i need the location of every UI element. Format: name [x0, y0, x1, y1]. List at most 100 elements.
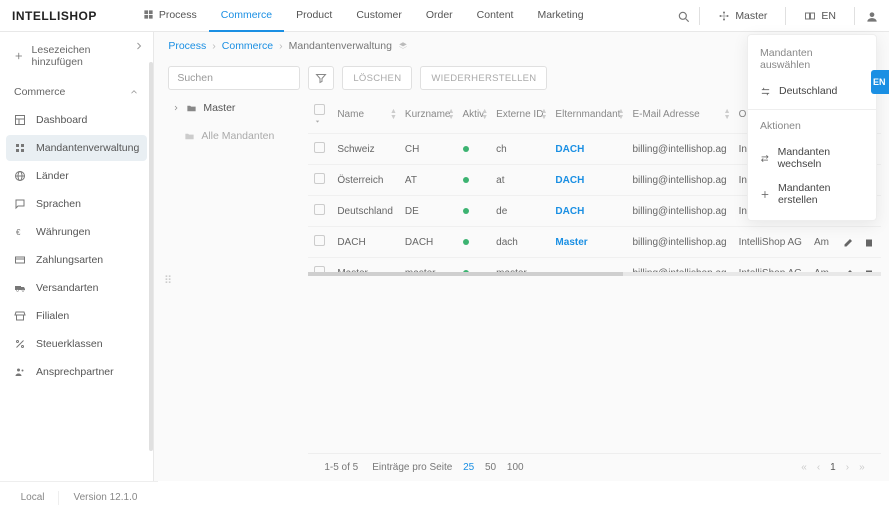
dropdown-actions-head: Aktionen: [748, 116, 876, 140]
parent-link[interactable]: DACH: [555, 206, 584, 217]
sidebar-item-shipping[interactable]: Versandarten: [0, 274, 153, 302]
pager-prev-icon[interactable]: ‹: [817, 462, 820, 473]
table-row[interactable]: DACHDACHdachMasterbilling@intellishop.ag…: [308, 227, 880, 258]
column-header[interactable]: Aktiv▲▼: [457, 96, 491, 134]
row-checkbox[interactable]: [314, 173, 325, 184]
master-menu-button[interactable]: Master: [710, 6, 775, 26]
cell-name: Österreich: [331, 165, 399, 196]
sidebar-section-label: Commerce: [14, 86, 65, 98]
dashboard-icon: [14, 114, 26, 126]
sort-icon: ▲▼: [448, 109, 455, 121]
column-header[interactable]: Name▲▼: [331, 96, 399, 134]
row-checkbox[interactable]: [314, 235, 325, 246]
sidebar-item-percent[interactable]: Steuerklassen: [0, 330, 153, 358]
cell-ext: dach: [490, 227, 549, 258]
pager-next-icon[interactable]: ›: [846, 462, 849, 473]
drag-handle-icon[interactable]: ⠿: [164, 278, 173, 284]
cell-ext: ch: [490, 134, 549, 165]
sidebar-item-chat[interactable]: Sprachen: [0, 190, 153, 218]
active-dot-icon: [463, 146, 469, 152]
chevron-right-icon: ›: [279, 40, 283, 52]
dropdown-create-label: Mandanten erstellen: [778, 182, 864, 206]
tree-panel: Master Alle Mandanten: [168, 96, 298, 481]
breadcrumb-current: Mandantenverwaltung: [289, 40, 392, 52]
parent-link[interactable]: DACH: [555, 175, 584, 186]
language-label: EN: [821, 10, 836, 22]
cell-active: [457, 196, 491, 227]
edit-icon[interactable]: [843, 236, 855, 248]
parent-link[interactable]: Master: [555, 237, 587, 248]
nav-process[interactable]: Process: [131, 0, 209, 32]
sidebar-item-payment[interactable]: Zahlungsarten: [0, 246, 153, 274]
column-header[interactable]: Kurzname▲▼: [399, 96, 457, 134]
cell-short: DACH: [399, 227, 457, 258]
select-all-checkbox[interactable]: [314, 104, 325, 115]
column-header[interactable]: E-Mail Adresse▲▼: [626, 96, 732, 134]
sort-icon: ▲▼: [724, 109, 731, 121]
sidebar-item-globe[interactable]: Länder: [0, 162, 153, 190]
pager-first-icon[interactable]: «: [801, 462, 807, 473]
tree-all-mandants[interactable]: Alle Mandanten: [168, 120, 298, 148]
cell-org: IntelliShop AG: [733, 227, 808, 258]
footer-version: Version 12.1.0: [73, 492, 137, 503]
sidebar-scrollbar[interactable]: [149, 62, 153, 451]
tree-root-label: Master: [203, 102, 235, 114]
row-checkbox[interactable]: [314, 204, 325, 215]
delete-icon[interactable]: [863, 236, 875, 248]
restore-button[interactable]: WIEDERHERSTELLEN: [420, 66, 547, 90]
sidebar-item-label: Dashboard: [36, 114, 87, 126]
language-button[interactable]: EN: [796, 6, 844, 26]
cell-parent: DACH: [549, 196, 626, 227]
column-header[interactable]: Externe ID▲▼: [490, 96, 549, 134]
breadcrumb-process[interactable]: Process: [168, 40, 206, 52]
sidebar-collapse-icon[interactable]: [133, 40, 147, 54]
column-header[interactable]: Elternmandant▲▼: [549, 96, 626, 134]
nav-product[interactable]: Product: [284, 0, 344, 32]
sidebar-item-label: Mandantenverwaltung: [36, 142, 139, 154]
pager-last-icon[interactable]: »: [859, 462, 865, 473]
nav-content[interactable]: Content: [465, 0, 526, 32]
cell-name: Deutschland: [331, 196, 399, 227]
search-input[interactable]: Suchen: [168, 66, 300, 90]
user-icon[interactable]: [865, 10, 877, 22]
search-icon[interactable]: [677, 10, 689, 22]
sidebar-item-dashboard[interactable]: Dashboard: [0, 106, 153, 134]
cell-active: [457, 227, 491, 258]
sidebar-item-label: Zahlungsarten: [36, 254, 103, 266]
cell-name: Schweiz: [331, 134, 399, 165]
breadcrumb-commerce[interactable]: Commerce: [222, 40, 273, 52]
dropdown-switch-mandant[interactable]: Mandanten wechseln: [748, 140, 876, 176]
master-dropdown: Mandanten auswählen Deutschland Aktionen…: [747, 34, 877, 221]
cell-parent: DACH: [549, 165, 626, 196]
tree-sub-label: Alle Mandanten: [201, 130, 274, 142]
perpage-25[interactable]: 25: [463, 462, 474, 473]
delete-button[interactable]: LÖSCHEN: [342, 66, 412, 90]
cell-email: billing@intellishop.ag: [626, 165, 732, 196]
sidebar-item-contact[interactable]: Ansprechpartner: [0, 358, 153, 386]
sidebar-item-euro[interactable]: €Währungen: [0, 218, 153, 246]
nav-customer[interactable]: Customer: [344, 0, 414, 32]
nav-order[interactable]: Order: [414, 0, 465, 32]
filter-button[interactable]: [308, 66, 334, 90]
parent-link[interactable]: DACH: [555, 144, 584, 155]
cell-short: AT: [399, 165, 457, 196]
nav-marketing[interactable]: Marketing: [525, 0, 595, 32]
dropdown-current-mandant[interactable]: Deutschland: [748, 79, 876, 103]
pager-current: 1: [830, 462, 836, 473]
perpage-50[interactable]: 50: [485, 462, 496, 473]
row-checkbox[interactable]: [314, 142, 325, 153]
mandant-icon: [14, 142, 26, 154]
cell-active: [457, 165, 491, 196]
add-bookmark-button[interactable]: Lesezeichen hinzufügen: [0, 32, 153, 78]
perpage-100[interactable]: 100: [507, 462, 524, 473]
sidebar-item-mandant[interactable]: Mandantenverwaltung: [6, 135, 147, 161]
perpage-label: Einträge pro Seite: [372, 462, 452, 473]
dropdown-create-mandant[interactable]: Mandanten erstellen: [748, 176, 876, 212]
bookmark-label: Lesezeichen hinzufügen: [32, 44, 140, 68]
sidebar-section-commerce[interactable]: Commerce: [0, 78, 153, 106]
sidebar-item-store[interactable]: Filialen: [0, 302, 153, 330]
primary-add-button[interactable]: EN: [871, 70, 889, 94]
tree-root[interactable]: Master: [168, 96, 298, 120]
sort-icon: ▲▼: [390, 109, 397, 121]
nav-commerce[interactable]: Commerce: [209, 0, 284, 32]
